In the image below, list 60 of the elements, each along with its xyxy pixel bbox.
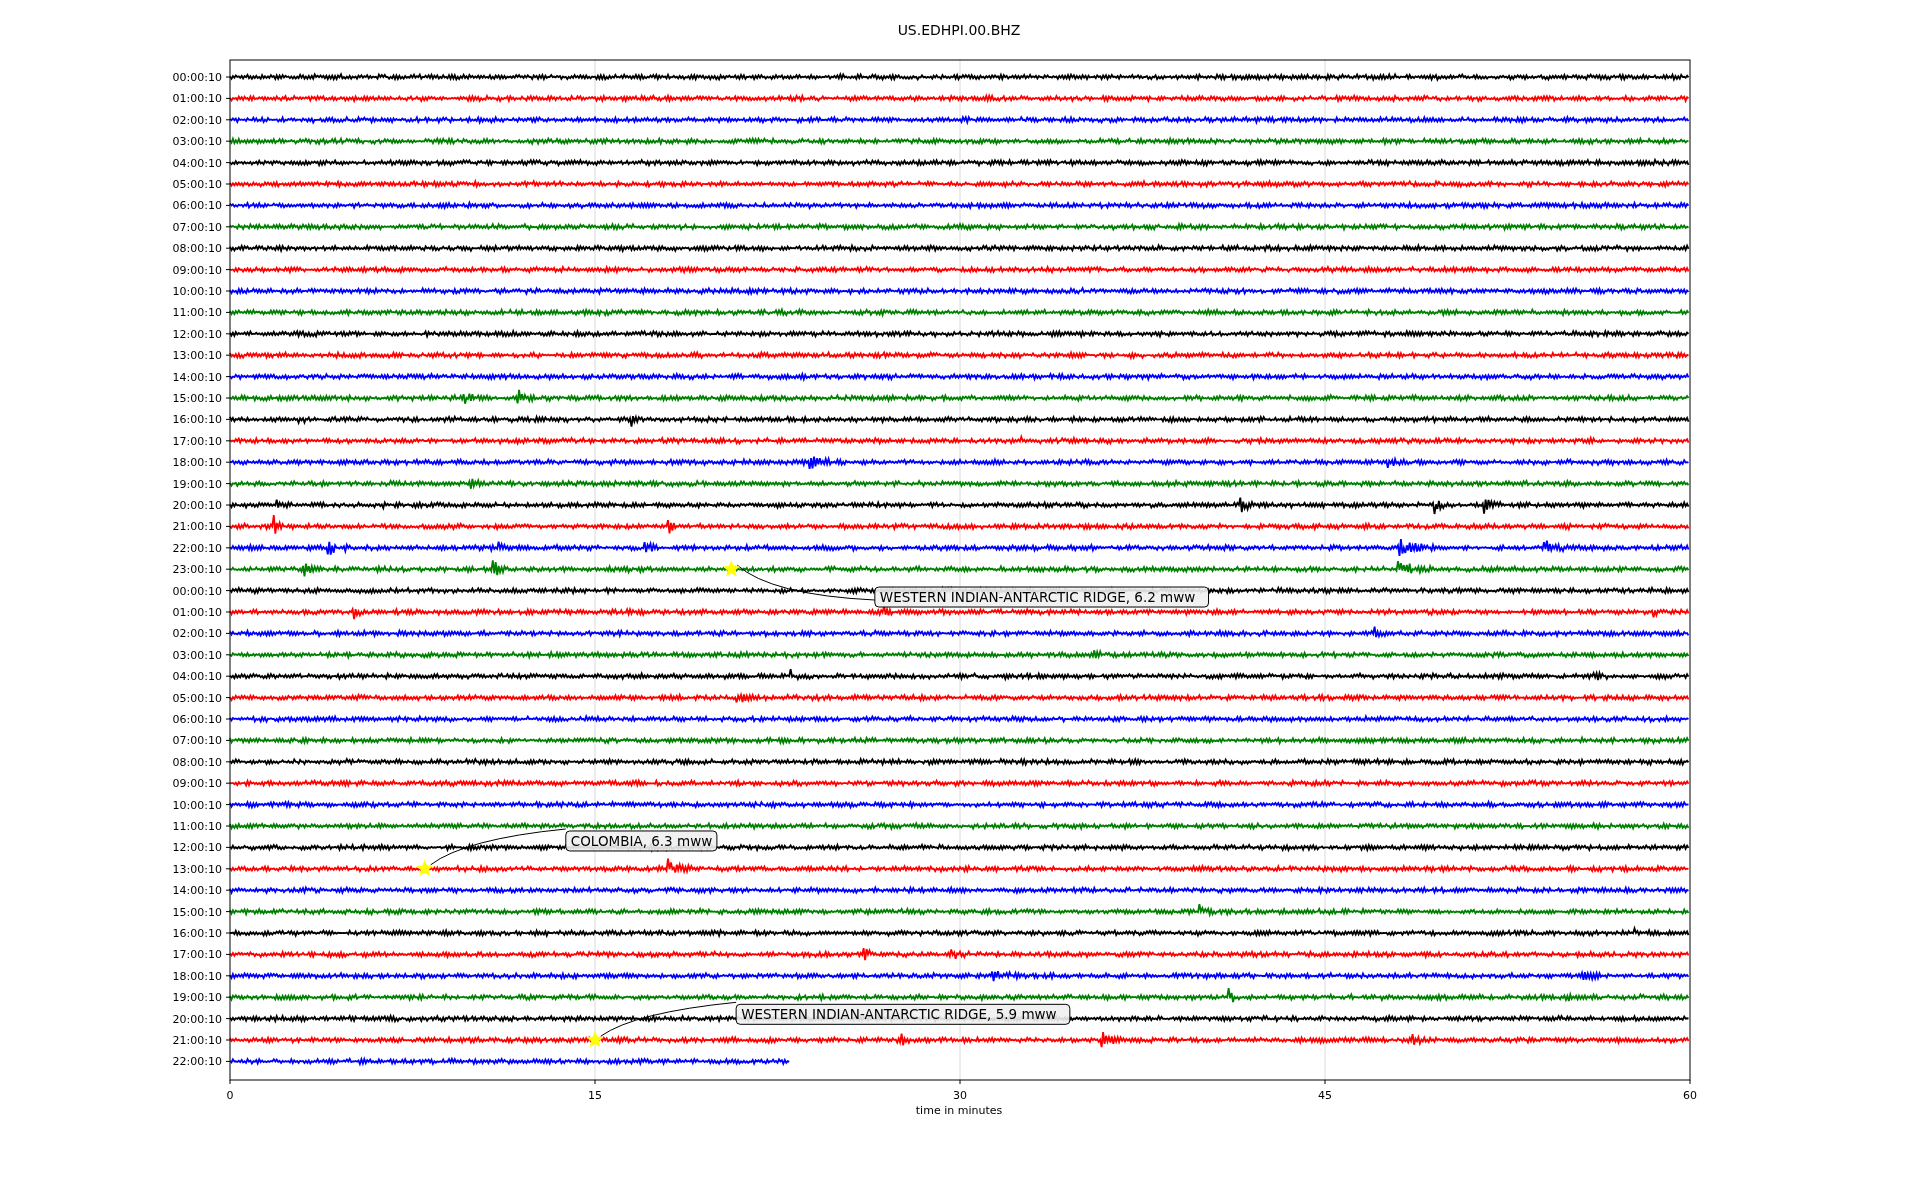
x-tick-label: 0: [226, 1089, 234, 1102]
event-annotation: WESTERN INDIAN-ANTARCTIC RIDGE, 6.2 mww: [874, 586, 1210, 608]
y-tick-label: 01:00:10: [172, 92, 222, 106]
y-tick-label: 00:00:10: [172, 584, 222, 598]
y-tick-label: 01:00:10: [172, 606, 222, 619]
y-tick-label: 16:00:10: [172, 927, 222, 940]
y-tick-label: 16:00:10: [172, 413, 222, 427]
y-tick-label: 14:00:10: [172, 370, 222, 384]
y-tick-label: 12:00:10: [172, 327, 222, 341]
x-tick-label: 15: [588, 1089, 602, 1102]
y-tick-label: 17:00:10: [172, 948, 222, 962]
y-tick-label: 21:00:10: [172, 1034, 222, 1047]
y-tick-label: 03:00:10: [172, 648, 222, 662]
y-tick-label: 11:00:10: [172, 820, 222, 833]
y-tick-label: 19:00:10: [172, 477, 222, 491]
star-icon: [586, 1031, 604, 1048]
event-annotation: COLOMBIA, 6.3 mww: [565, 830, 718, 852]
y-tick-label: 07:00:10: [172, 734, 222, 748]
x-tick-label: 30: [953, 1089, 967, 1102]
y-tick-label: 23:00:10: [172, 563, 222, 577]
y-tick-label: 17:00:10: [172, 434, 222, 448]
plot-title: US.EDHPI.00.BHZ: [897, 22, 1021, 38]
y-tick-label: 15:00:10: [172, 392, 222, 405]
y-tick-label: 08:00:10: [172, 755, 222, 769]
y-tick-label: 04:00:10: [172, 670, 222, 684]
y-tick-label: 02:00:10: [172, 113, 222, 127]
y-tick-label: 19:00:10: [172, 991, 222, 1005]
y-tick-label: 15:00:10: [172, 905, 222, 919]
x-axis-label: time in minutes: [915, 1104, 1003, 1117]
y-tick-label: 02:00:10: [172, 627, 222, 641]
y-tick-label: 05:00:10: [172, 178, 222, 191]
y-tick-label: 12:00:10: [172, 841, 222, 855]
y-tick-label: 06:00:10: [172, 713, 222, 726]
y-tick-label: 13:00:10: [172, 862, 222, 876]
y-tick-label: 14:00:10: [172, 884, 222, 898]
x-tick-label: 45: [1318, 1089, 1332, 1102]
y-tick-label: 00:00:10: [172, 71, 222, 84]
event-annotation: WESTERN INDIAN-ANTARCTIC RIDGE, 5.9 mww: [735, 1003, 1071, 1025]
y-tick-label: 09:00:10: [172, 777, 222, 791]
y-tick-label: 04:00:10: [172, 156, 222, 170]
y-tick-label: 11:00:10: [172, 306, 222, 320]
y-tick-label: 20:00:10: [172, 1012, 222, 1026]
y-tick-label: 03:00:10: [172, 135, 222, 149]
y-tick-label: 10:00:10: [172, 285, 222, 298]
star-icon: [722, 560, 740, 577]
y-tick-label: 09:00:10: [172, 263, 222, 277]
y-tick-label: 20:00:10: [172, 499, 222, 512]
y-tick-label: 07:00:10: [172, 220, 222, 234]
y-tick-label: 06:00:10: [172, 199, 222, 213]
y-tick-label: 22:00:10: [172, 541, 222, 555]
y-tick-label: 13:00:10: [172, 349, 222, 363]
y-tick-label: 08:00:10: [172, 242, 222, 256]
y-tick-label: 18:00:10: [172, 456, 222, 470]
y-tick-label: 18:00:10: [172, 969, 222, 983]
y-tick-label: 22:00:10: [172, 1055, 222, 1069]
y-tick-label: 10:00:10: [172, 798, 222, 812]
y-tick-label: 05:00:10: [172, 691, 222, 705]
star-icon: [416, 859, 434, 877]
y-tick-label: 21:00:10: [172, 520, 222, 534]
x-tick-label: 60: [1683, 1089, 1697, 1102]
